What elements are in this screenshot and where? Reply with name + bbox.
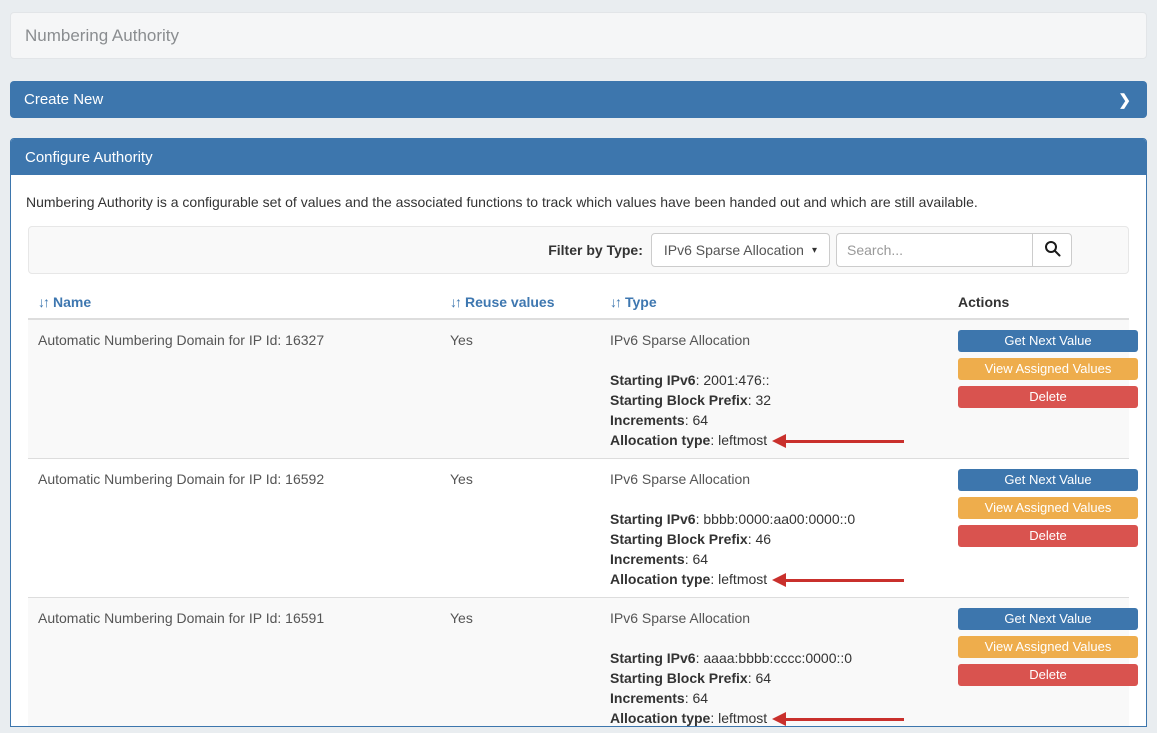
filter-by-type-label: Filter by Type:	[548, 242, 643, 258]
column-header-reuse-values[interactable]: ↓↑Reuse values	[440, 294, 600, 310]
type-filter-dropdown[interactable]: IPv6 Sparse Allocation ▾	[651, 233, 830, 267]
row-name: Automatic Numbering Domain for IP Id: 16…	[28, 608, 440, 727]
row-type: IPv6 Sparse Allocation	[610, 608, 948, 628]
red-arrow-annotation	[772, 712, 904, 726]
table-row: Automatic Numbering Domain for IP Id: 16…	[28, 320, 1129, 459]
search-icon	[1044, 240, 1061, 260]
filter-bar: Filter by Type: IPv6 Sparse Allocation ▾	[28, 226, 1129, 274]
row-reuse-value: Yes	[440, 469, 600, 589]
sort-icon: ↓↑	[450, 294, 460, 310]
delete-button[interactable]: Delete	[958, 386, 1138, 408]
panel-title: Configure Authority	[25, 149, 153, 166]
row-reuse-value: Yes	[440, 608, 600, 727]
view-assigned-values-button[interactable]: View Assigned Values	[958, 497, 1138, 519]
column-header-type[interactable]: ↓↑Type	[600, 294, 948, 310]
table-row: Automatic Numbering Domain for IP Id: 16…	[28, 459, 1129, 598]
create-new-panel-toggle[interactable]: Create New ❯	[10, 81, 1147, 118]
red-arrow-annotation	[772, 573, 904, 587]
table-row: Automatic Numbering Domain for IP Id: 16…	[28, 598, 1129, 727]
row-reuse-value: Yes	[440, 330, 600, 450]
column-header-actions: Actions	[948, 294, 1129, 310]
configure-authority-header: Configure Authority	[11, 139, 1146, 175]
page-title: Numbering Authority	[25, 26, 179, 46]
sort-icon: ↓↑	[38, 294, 48, 310]
search-button[interactable]	[1032, 233, 1072, 267]
row-type: IPv6 Sparse Allocation	[610, 330, 948, 350]
red-arrow-annotation	[772, 434, 904, 448]
delete-button[interactable]: Delete	[958, 664, 1138, 686]
page-title-bar: Numbering Authority	[10, 12, 1147, 59]
row-type-details: Starting IPv6bbbb:0000:aa00:0000::0 Star…	[610, 509, 948, 589]
search-input[interactable]	[836, 233, 1032, 267]
delete-button[interactable]: Delete	[958, 525, 1138, 547]
row-type: IPv6 Sparse Allocation	[610, 469, 948, 489]
get-next-value-button[interactable]: Get Next Value	[958, 608, 1138, 630]
table-header-row: ↓↑Name ↓↑Reuse values ↓↑Type Actions	[28, 292, 1129, 320]
panel-description: Numbering Authority is a configurable se…	[26, 194, 1131, 210]
caret-down-icon: ▾	[812, 245, 817, 256]
get-next-value-button[interactable]: Get Next Value	[958, 330, 1138, 352]
chevron-right-icon: ❯	[1118, 91, 1131, 109]
row-name: Automatic Numbering Domain for IP Id: 16…	[28, 469, 440, 589]
create-new-label: Create New	[24, 91, 103, 108]
row-type-details: Starting IPv62001:476:: Starting Block P…	[610, 370, 948, 450]
view-assigned-values-button[interactable]: View Assigned Values	[958, 636, 1138, 658]
authorities-table: ↓↑Name ↓↑Reuse values ↓↑Type Actions Aut…	[28, 292, 1129, 727]
row-name: Automatic Numbering Domain for IP Id: 16…	[28, 330, 440, 450]
get-next-value-button[interactable]: Get Next Value	[958, 469, 1138, 491]
view-assigned-values-button[interactable]: View Assigned Values	[958, 358, 1138, 380]
sort-icon: ↓↑	[610, 294, 620, 310]
row-type-details: Starting IPv6aaaa:bbbb:cccc:0000::0 Star…	[610, 648, 948, 727]
type-filter-value: IPv6 Sparse Allocation	[664, 242, 804, 258]
column-header-name[interactable]: ↓↑Name	[28, 294, 440, 310]
configure-authority-panel: Configure Authority Numbering Authority …	[10, 138, 1147, 727]
